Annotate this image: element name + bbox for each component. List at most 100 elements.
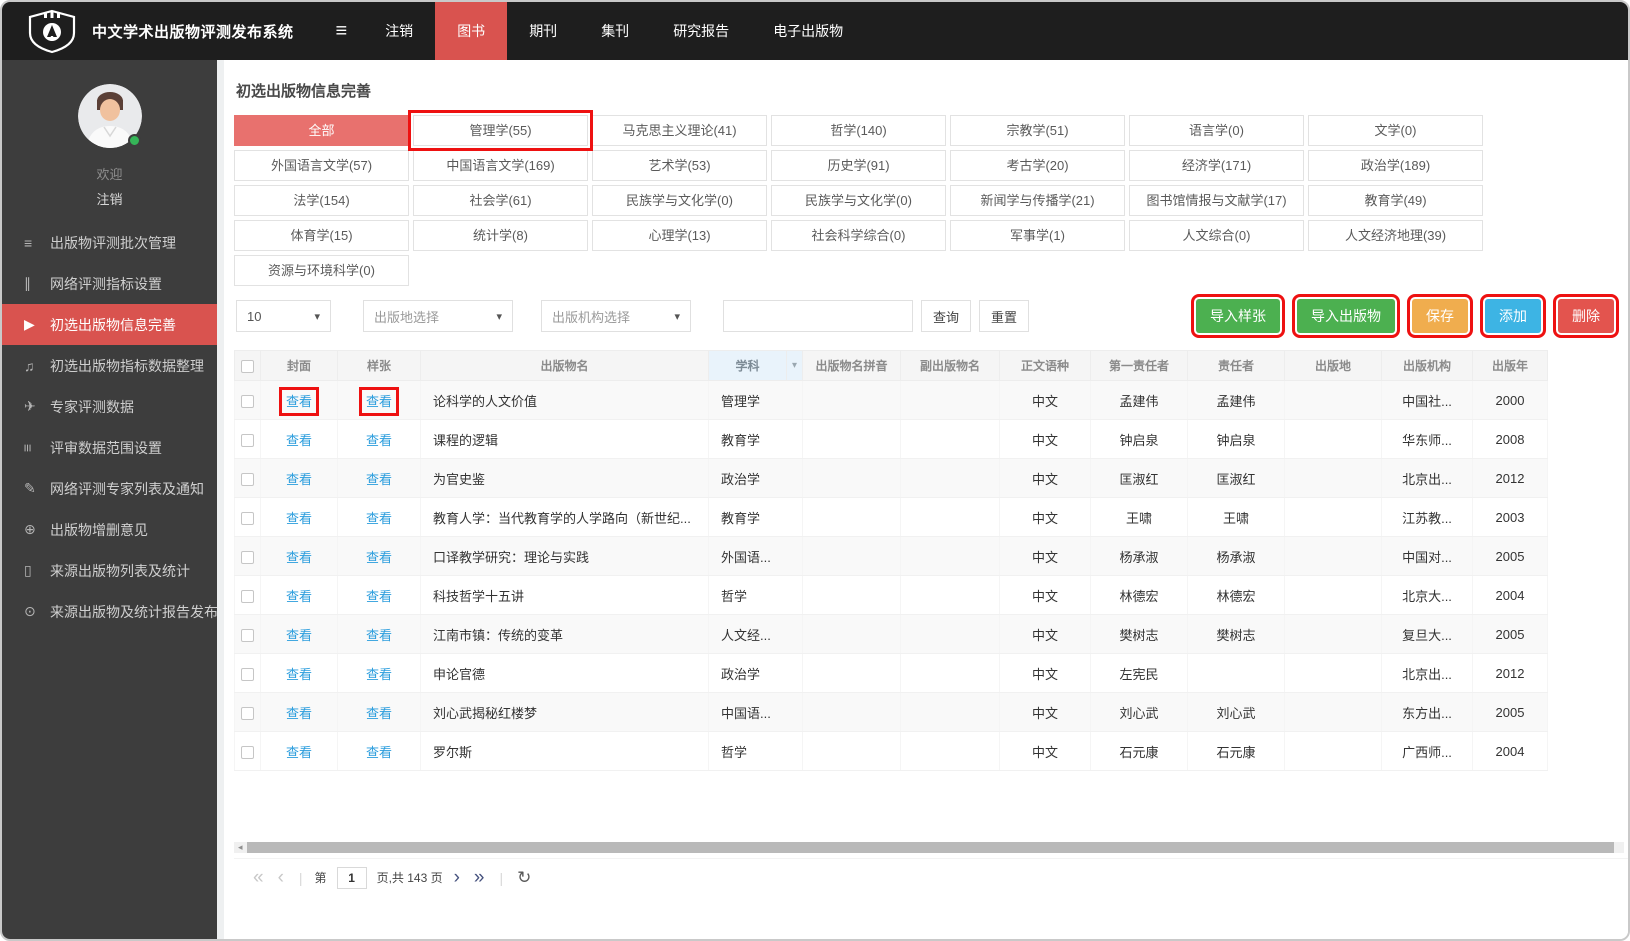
row-checkbox[interactable] bbox=[241, 472, 254, 486]
view-cover-link[interactable]: 查看 bbox=[278, 386, 320, 416]
subject-filter-caret-icon[interactable]: ▾ bbox=[786, 350, 803, 381]
view-cover-link[interactable]: 查看 bbox=[286, 667, 312, 682]
category-button[interactable]: 马克思主义理论(41) bbox=[592, 115, 767, 146]
category-button[interactable]: 艺术学(53) bbox=[592, 150, 767, 181]
category-button[interactable]: 全部 bbox=[234, 115, 409, 146]
category-button[interactable]: 管理学(55) bbox=[408, 110, 593, 151]
sidebar-menu-item[interactable]: ✈ 专家评测数据 bbox=[2, 386, 217, 427]
view-sample-link[interactable]: 查看 bbox=[366, 706, 392, 721]
category-button[interactable]: 宗教学(51) bbox=[950, 115, 1125, 146]
category-button[interactable]: 社会学(61) bbox=[413, 185, 588, 216]
category-button[interactable]: 军事学(1) bbox=[950, 220, 1125, 251]
category-button[interactable]: 民族学与文化学(0) bbox=[592, 185, 767, 216]
category-button[interactable]: 统计学(8) bbox=[413, 220, 588, 251]
delete-button[interactable]: 删除 bbox=[1553, 294, 1619, 338]
category-button[interactable]: 中国语言文学(169) bbox=[413, 150, 588, 181]
topnav-item[interactable]: 研究报告 bbox=[651, 2, 751, 60]
row-checkbox[interactable] bbox=[241, 550, 254, 564]
sidebar-menu-item[interactable]: ▶ 初选出版物信息完善 bbox=[2, 304, 217, 345]
view-sample-link[interactable]: 查看 bbox=[366, 589, 392, 604]
row-checkbox[interactable] bbox=[241, 745, 254, 759]
category-button[interactable]: 社会科学综合(0) bbox=[771, 220, 946, 251]
save-button[interactable]: 保存 bbox=[1407, 294, 1473, 338]
category-button[interactable]: 考古学(20) bbox=[950, 150, 1125, 181]
import-publication-button[interactable]: 导入出版物 bbox=[1292, 294, 1400, 338]
topnav-item[interactable]: 图书 bbox=[435, 2, 508, 60]
publish-place-select[interactable]: 出版地选择 ▾ bbox=[363, 300, 513, 332]
menu-item-icon: ⊕ bbox=[24, 521, 36, 537]
view-cover-link[interactable]: 查看 bbox=[286, 745, 312, 760]
category-button[interactable]: 经济学(171) bbox=[1129, 150, 1304, 181]
row-checkbox[interactable] bbox=[241, 667, 254, 681]
page-size-select[interactable]: 10 ▾ bbox=[236, 300, 331, 332]
category-button[interactable]: 语言学(0) bbox=[1129, 115, 1304, 146]
category-button[interactable]: 人文综合(0) bbox=[1129, 220, 1304, 251]
search-input[interactable] bbox=[723, 300, 913, 332]
hamburger-menu-icon[interactable]: ≡ bbox=[320, 20, 364, 43]
topnav-item[interactable]: 注销 bbox=[363, 2, 435, 60]
next-page-button[interactable]: › bbox=[447, 868, 467, 887]
view-cover-link[interactable]: 查看 bbox=[286, 511, 312, 526]
prev-page-button[interactable]: ‹ bbox=[271, 868, 291, 887]
view-cover-link[interactable]: 查看 bbox=[286, 550, 312, 565]
topnav-item[interactable]: 电子出版物 bbox=[751, 2, 865, 60]
sidebar-menu-item[interactable]: ▯ 来源出版物列表及统计 bbox=[2, 550, 217, 591]
row-checkbox[interactable] bbox=[241, 706, 254, 720]
view-sample-link[interactable]: 查看 bbox=[358, 386, 400, 416]
sidebar-menu-item[interactable]: ∥ 网络评测指标设置 bbox=[2, 263, 217, 304]
page-number-input[interactable] bbox=[336, 866, 367, 889]
sidebar-menu-item[interactable]: ✎ 网络评测专家列表及通知 bbox=[2, 468, 217, 509]
sidebar-menu-item[interactable]: ♫ 初选出版物指标数据整理 bbox=[2, 345, 217, 386]
view-sample-link[interactable]: 查看 bbox=[366, 628, 392, 643]
sidebar-menu-item[interactable]: ⊕ 出版物增删意见 bbox=[2, 509, 217, 550]
category-button[interactable]: 资源与环境科学(0) bbox=[234, 255, 409, 286]
category-button[interactable]: 法学(154) bbox=[234, 185, 409, 216]
topnav-item[interactable]: 集刊 bbox=[579, 2, 651, 60]
topnav-item[interactable]: 期刊 bbox=[507, 2, 579, 60]
sidebar-menu-item[interactable]: ≡ 出版物评测批次管理 bbox=[2, 222, 217, 263]
category-button[interactable]: 心理学(13) bbox=[592, 220, 767, 251]
last-page-button[interactable]: » bbox=[467, 868, 492, 887]
view-cover-link[interactable]: 查看 bbox=[286, 589, 312, 604]
category-button[interactable]: 体育学(15) bbox=[234, 220, 409, 251]
view-sample-link[interactable]: 查看 bbox=[366, 550, 392, 565]
publisher-org-select[interactable]: 出版机构选择 ▾ bbox=[541, 300, 691, 332]
view-cover-link[interactable]: 查看 bbox=[286, 706, 312, 721]
sidebar-menu-item[interactable]: ≡ 评审数据范围设置 bbox=[2, 427, 217, 468]
category-button[interactable]: 文学(0) bbox=[1308, 115, 1483, 146]
view-sample-link[interactable]: 查看 bbox=[366, 511, 392, 526]
category-button[interactable]: 外国语言文学(57) bbox=[234, 150, 409, 181]
view-cover-link[interactable]: 查看 bbox=[286, 433, 312, 448]
view-sample-link[interactable]: 查看 bbox=[366, 433, 392, 448]
first-page-button[interactable]: « bbox=[246, 868, 271, 887]
row-checkbox[interactable] bbox=[241, 394, 254, 408]
category-button[interactable]: 政治学(189) bbox=[1308, 150, 1483, 181]
scroll-left-icon[interactable]: ◂ bbox=[234, 842, 247, 853]
row-checkbox[interactable] bbox=[241, 589, 254, 603]
category-button[interactable]: 图书馆情报与文献学(17) bbox=[1129, 185, 1304, 216]
row-checkbox[interactable] bbox=[241, 511, 254, 525]
reset-button[interactable]: 重置 bbox=[979, 300, 1029, 332]
view-sample-link[interactable]: 查看 bbox=[366, 745, 392, 760]
sidebar-logout-link[interactable]: 注销 bbox=[2, 189, 217, 208]
import-sample-button[interactable]: 导入样张 bbox=[1191, 294, 1285, 338]
refresh-icon[interactable]: ↻ bbox=[511, 868, 537, 888]
category-button[interactable]: 教育学(49) bbox=[1308, 185, 1483, 216]
category-button[interactable]: 历史学(91) bbox=[771, 150, 946, 181]
row-checkbox[interactable] bbox=[241, 433, 254, 447]
view-cover-link[interactable]: 查看 bbox=[286, 628, 312, 643]
query-button[interactable]: 查询 bbox=[921, 300, 971, 332]
row-checkbox[interactable] bbox=[241, 628, 254, 642]
category-button[interactable]: 民族学与文化学(0) bbox=[771, 185, 946, 216]
view-cover-link[interactable]: 查看 bbox=[286, 472, 312, 487]
scrollbar-thumb[interactable] bbox=[246, 842, 1614, 853]
view-sample-link[interactable]: 查看 bbox=[366, 472, 392, 487]
category-button[interactable]: 哲学(140) bbox=[771, 115, 946, 146]
category-button[interactable]: 新闻学与传播学(21) bbox=[950, 185, 1125, 216]
sidebar-menu-item[interactable]: ⊙ 来源出版物及统计报告发布 bbox=[2, 591, 218, 632]
add-button[interactable]: 添加 bbox=[1480, 294, 1546, 338]
publisher-cell: 中国对... bbox=[1381, 536, 1473, 576]
category-button[interactable]: 人文经济地理(39) bbox=[1308, 220, 1483, 251]
view-sample-link[interactable]: 查看 bbox=[366, 667, 392, 682]
select-all-checkbox[interactable] bbox=[241, 359, 254, 373]
